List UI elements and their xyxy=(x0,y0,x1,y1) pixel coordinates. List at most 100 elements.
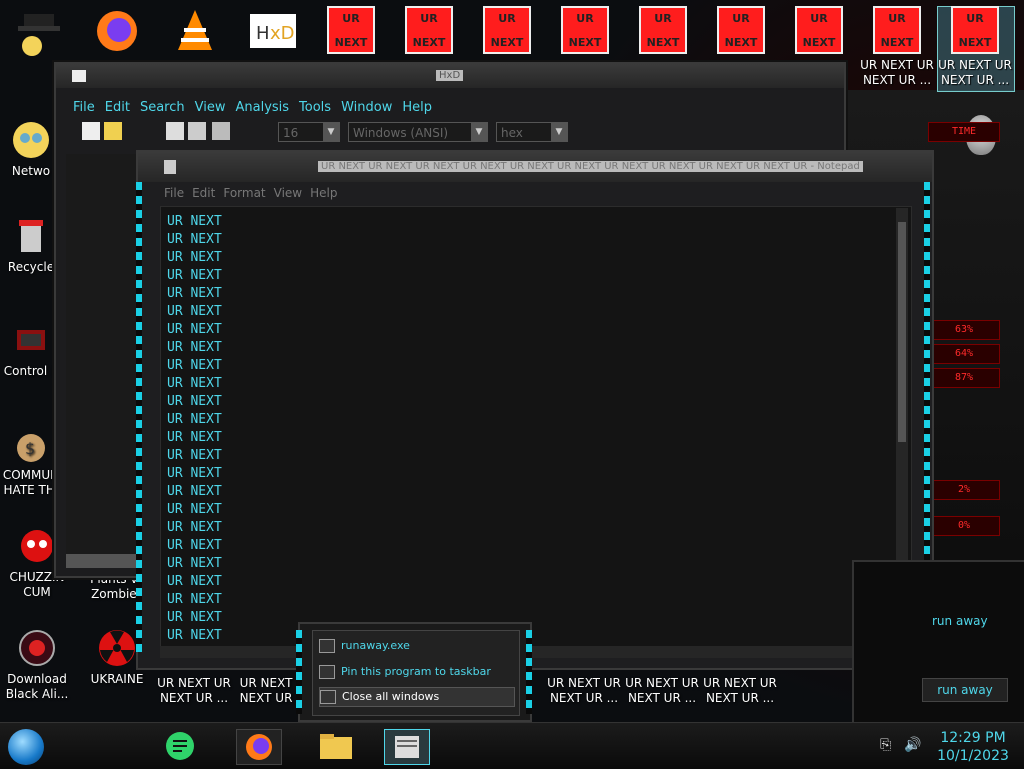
menu-file[interactable]: File xyxy=(68,98,100,118)
ur-next-tile-8[interactable]: UR NEXT xyxy=(873,6,921,54)
tile-text-bottom: NEXT xyxy=(412,36,446,49)
text-line: UR NEXT xyxy=(167,556,222,571)
taskbar-firefox[interactable] xyxy=(236,729,282,765)
notepad-window[interactable]: UR NEXT UR NEXT UR NEXT UR NEXT UR NEXT … xyxy=(136,150,934,670)
jump-list-pin-item[interactable]: Pin this program to taskbar xyxy=(319,663,513,681)
menu-help[interactable]: Help xyxy=(306,184,341,202)
chevron-down-icon: ▼ xyxy=(323,123,339,141)
menu-search[interactable]: Search xyxy=(135,98,190,118)
taskbar-jump-list: runaway.exe Pin this program to taskbar … xyxy=(296,622,532,722)
ur-next-tile-9[interactable]: UR NEXT xyxy=(951,6,999,54)
run-away-button[interactable]: run away xyxy=(922,678,1008,702)
window-frame-decoration xyxy=(296,630,302,714)
tile-text-top: UR xyxy=(966,12,984,25)
label-line: UR NEXT UR xyxy=(938,58,1012,72)
window-frame-decoration xyxy=(136,182,142,652)
text-line: UR NEXT xyxy=(167,268,222,283)
ur-next-tile-4[interactable]: UR NEXT xyxy=(561,6,609,54)
label-line: NEXT UR ... xyxy=(705,691,775,705)
menu-help[interactable]: Help xyxy=(397,98,437,118)
ur-next-tile-7[interactable]: UR NEXT xyxy=(795,6,843,54)
ur-next-tile-5[interactable]: UR NEXT xyxy=(639,6,687,54)
notepad-text-area[interactable]: UR NEXT UR NEXT UR NEXT UR NEXT UR NEXT … xyxy=(160,206,912,648)
download-black-alien-icon[interactable]: Download Black Ali... xyxy=(0,628,76,702)
pin-icon xyxy=(319,665,335,679)
menu-tools[interactable]: Tools xyxy=(294,98,336,118)
text-line: UR NEXT xyxy=(167,286,222,301)
label-line: UR NEXT UR xyxy=(860,58,934,72)
desktop-icon-label[interactable]: UR NEXT UR NEXT UR ... xyxy=(546,676,622,706)
label-line: UR NEXT UR xyxy=(157,676,231,690)
taskbar-runaway-exe[interactable] xyxy=(384,729,430,765)
charset-select[interactable]: Windows (ANSI) ▼ xyxy=(348,122,488,142)
menu-edit[interactable]: Edit xyxy=(100,98,135,118)
desktop-icon-label[interactable]: UR NEXT UR NEXT UR ... xyxy=(624,676,700,706)
horizontal-scrollbar[interactable] xyxy=(160,646,910,658)
firefox-icon[interactable] xyxy=(92,6,142,56)
gauge-2: 64% xyxy=(928,344,1000,364)
clock-time: 12:29 PM xyxy=(940,730,1006,746)
hat-icon[interactable] xyxy=(14,6,64,56)
menu-analysis[interactable]: Analysis xyxy=(230,98,294,118)
offset-base-value: hex xyxy=(501,126,523,140)
jump-list-label: runaway.exe xyxy=(341,639,410,652)
menu-view[interactable]: View xyxy=(270,184,306,202)
close-icon xyxy=(320,690,336,704)
notepad-menubar: File Edit Format View Help xyxy=(160,184,920,202)
network-tray-icon[interactable]: ⎘ xyxy=(880,737,891,753)
menu-edit[interactable]: Edit xyxy=(188,184,219,202)
open-folder-icon[interactable] xyxy=(104,122,122,140)
desktop-icon-label[interactable]: UR NEXT NEXT UR xyxy=(228,676,304,706)
notepad-titlebar[interactable]: UR NEXT UR NEXT UR NEXT UR NEXT UR NEXT … xyxy=(138,152,932,182)
taskbar-notes-app[interactable] xyxy=(158,729,202,763)
tile-text-top: UR xyxy=(810,12,828,25)
label-line: UR NEXT UR xyxy=(625,676,699,690)
tile-text-bottom: NEXT xyxy=(880,36,914,49)
text-line: UR NEXT xyxy=(167,376,222,391)
menu-view[interactable]: View xyxy=(190,98,231,118)
text-line: UR NEXT xyxy=(167,484,222,499)
properties-icon[interactable] xyxy=(212,122,230,140)
jump-list-close-all-item[interactable]: Close all windows xyxy=(319,687,515,707)
scroll-thumb[interactable] xyxy=(898,222,906,442)
text-line: UR NEXT xyxy=(167,502,222,517)
volume-icon[interactable]: 🔊 xyxy=(904,737,921,753)
bytes-per-row-value: 16 xyxy=(283,126,299,140)
save-icon[interactable] xyxy=(166,122,184,140)
notepad-app-icon xyxy=(164,160,176,174)
vlc-icon[interactable] xyxy=(170,6,220,56)
text-line: UR NEXT xyxy=(167,232,222,247)
menu-format[interactable]: Format xyxy=(219,184,269,202)
text-line: UR NEXT xyxy=(167,538,222,553)
ur-next-tile-3[interactable]: UR NEXT xyxy=(483,6,531,54)
desktop-icon-label[interactable]: UR NEXT UR NEXT UR ... xyxy=(156,676,232,706)
ur-next-tile-6[interactable]: UR NEXT xyxy=(717,6,765,54)
desktop-icon-label[interactable]: UR NEXT UR NEXT UR ... xyxy=(702,676,778,706)
ur-next-tile-2[interactable]: UR NEXT xyxy=(405,6,453,54)
start-button[interactable] xyxy=(8,729,44,765)
run-away-label: run away xyxy=(932,614,988,628)
text-line: UR NEXT xyxy=(167,448,222,463)
bytes-per-row-select[interactable]: 16 ▼ xyxy=(278,122,340,142)
text-line: UR NEXT xyxy=(167,628,222,643)
save-all-icon[interactable] xyxy=(188,122,206,140)
hex-editor-titlebar[interactable]: HxD xyxy=(56,64,844,88)
offset-base-select[interactable]: hex ▼ xyxy=(496,122,568,142)
label-line: NEXT UR ... xyxy=(159,691,229,705)
hxd-icon[interactable]: HxD xyxy=(248,6,298,56)
taskbar-file-explorer[interactable] xyxy=(314,729,358,763)
ur-next-tile-1[interactable]: UR NEXT xyxy=(327,6,375,54)
menu-window[interactable]: Window xyxy=(336,98,397,118)
tile-text-bottom: NEXT xyxy=(802,36,836,49)
gauge-3: 87% xyxy=(928,368,1000,388)
new-file-icon[interactable] xyxy=(82,122,100,140)
time-label: TIME xyxy=(928,122,1000,142)
menu-file[interactable]: File xyxy=(160,184,188,202)
gauge-1: 63% xyxy=(928,320,1000,340)
icon-label: Control P xyxy=(3,364,59,378)
label-line: NEXT UR ... xyxy=(862,73,932,87)
jump-list-label: Pin this program to taskbar xyxy=(341,665,491,678)
jump-list-app-item[interactable]: runaway.exe xyxy=(319,637,513,655)
system-clock[interactable]: 12:29 PM 10/1/2023 xyxy=(930,729,1016,765)
label-line: NEXT UR ... xyxy=(627,691,697,705)
